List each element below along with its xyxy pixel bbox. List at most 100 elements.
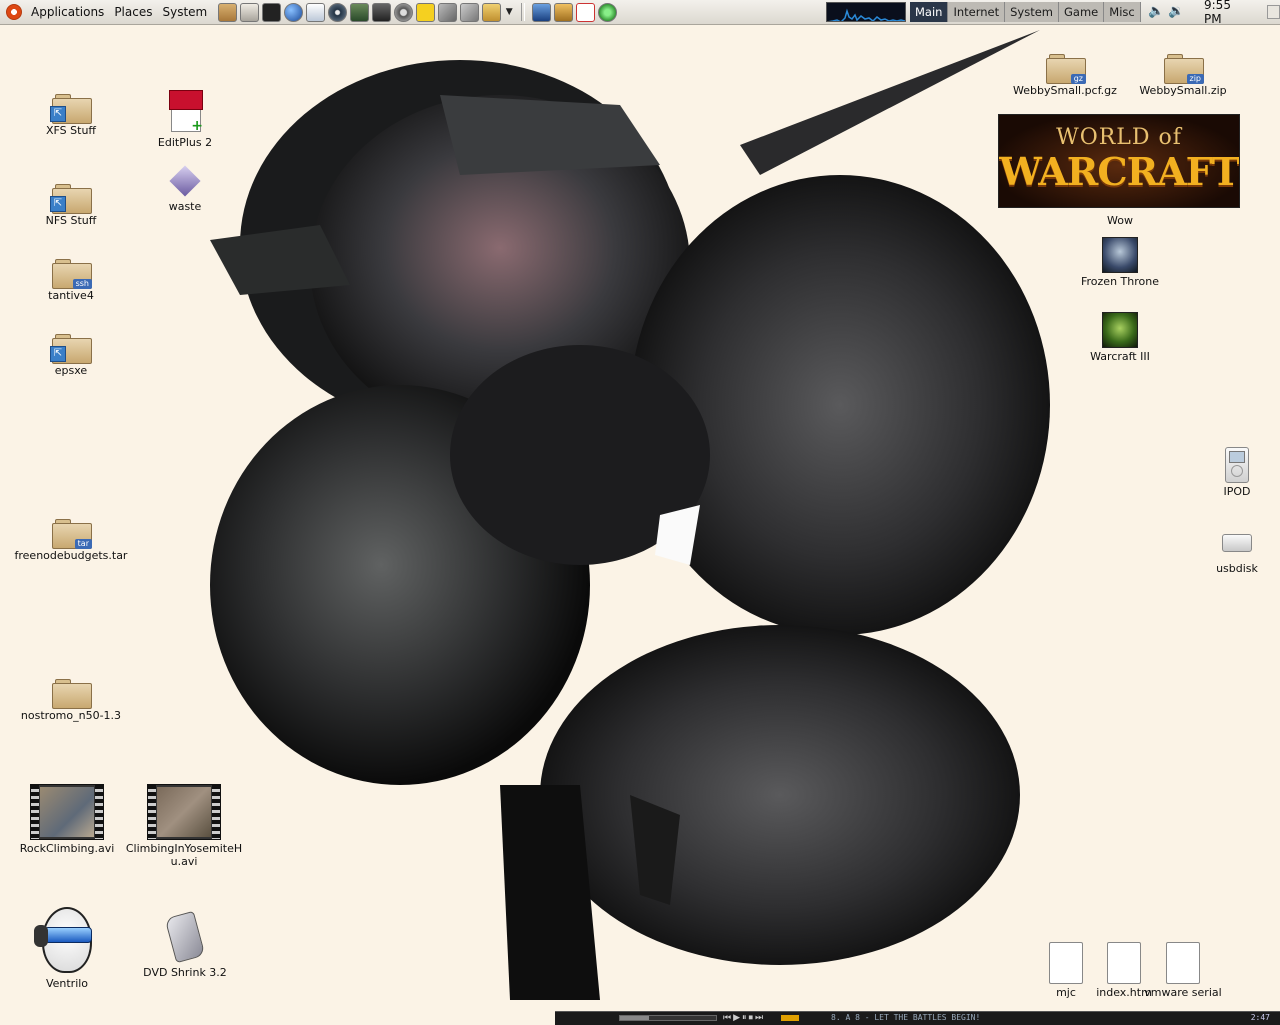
notes-icon[interactable] — [416, 2, 436, 22]
seek-bar[interactable] — [619, 1015, 717, 1021]
home-icon[interactable] — [240, 2, 260, 22]
icon-label: XFS Stuff — [46, 124, 96, 137]
desktop-icon-rockclimbing[interactable]: RockClimbing.avi — [7, 784, 127, 855]
desktop-icon-vmware-serial[interactable]: vmware serial — [1123, 942, 1243, 999]
network-folder-icon: ⇱ — [50, 332, 92, 364]
desktop-icon-usbdisk[interactable]: usbdisk — [1177, 530, 1280, 575]
workspace-misc[interactable]: Misc — [1104, 2, 1141, 22]
audio-icon[interactable] — [328, 2, 348, 22]
thunderbird-icon[interactable] — [532, 2, 552, 22]
volume-slider[interactable] — [781, 1015, 799, 1021]
zip-archive-icon: zip — [1164, 52, 1204, 84]
workspace-system[interactable]: System — [1005, 2, 1060, 22]
gimp-icon[interactable] — [554, 2, 574, 22]
launcher-bar: ▼ — [218, 2, 618, 22]
archive-icon — [52, 677, 92, 709]
icon-label: freenodebudgets.tar — [14, 549, 128, 562]
track-time: 2:47 — [1250, 1013, 1270, 1022]
desktop-icon-nostromo[interactable]: nostromo_n50-1.3 — [11, 677, 131, 722]
terminal-icon[interactable] — [262, 2, 282, 22]
refresh-icon[interactable] — [598, 2, 618, 22]
ventrilo-icon — [34, 905, 100, 975]
icon-label: waste — [168, 200, 202, 213]
icon-label: NFS Stuff — [45, 214, 97, 227]
desktop-icon-freenodebudgets[interactable]: tar freenodebudgets.tar — [11, 517, 131, 562]
icon-label: WebbySmall.pcf.gz — [1013, 84, 1117, 97]
desktop-icon-waste[interactable]: waste — [125, 164, 245, 213]
desktop-icon-frozen-throne[interactable]: Frozen Throne — [1060, 237, 1180, 288]
network-folder-icon: ⇱ — [50, 182, 92, 214]
menu-places[interactable]: Places — [109, 0, 157, 24]
desktop-icon-climbing-yosemite[interactable]: ClimbingInYosemiteHu.avi — [124, 784, 244, 868]
desktop-icon-dvdshrink[interactable]: DVD Shrink 3.2 — [125, 910, 245, 979]
workspace-switcher: Main Internet System Game Misc — [910, 2, 1141, 22]
icon-label: tantive4 — [48, 289, 94, 302]
file-cabinet-icon[interactable] — [218, 2, 238, 22]
editplus-icon: + — [167, 90, 203, 134]
gz-archive-icon: gz — [1046, 52, 1086, 84]
notification-area: 🔈 🔉 9:55 PM — [1148, 0, 1280, 26]
chevron-down-icon[interactable]: ▼ — [504, 7, 514, 17]
video-thumbnail-icon — [147, 784, 221, 840]
camera-icon[interactable] — [372, 2, 392, 22]
playback-controls[interactable]: ⏮▶⏸⏹⏭ — [723, 1013, 765, 1023]
frozen-throne-icon — [1102, 237, 1138, 273]
desktop-icon-ventrilo[interactable]: Ventrilo — [7, 905, 127, 990]
wow-banner-title-main: WARCRAFT — [999, 149, 1239, 194]
clock[interactable]: 9:55 PM — [1204, 0, 1249, 26]
desktop-icon-webbysmall-zip[interactable]: zip WebbySmall.zip — [1123, 52, 1243, 97]
desktop-icon-epsxe[interactable]: ⇱ epsxe — [11, 332, 131, 377]
wallpaper-roses — [210, 30, 1050, 1000]
settings-icon[interactable] — [394, 2, 414, 22]
tool-icon[interactable] — [438, 2, 458, 22]
keys-icon[interactable] — [482, 2, 502, 22]
desktop-icon-nfs-stuff[interactable]: ⇱ NFS Stuff — [11, 182, 131, 227]
volume-icon[interactable]: 🔉 — [1168, 4, 1184, 20]
mail-icon[interactable] — [306, 2, 326, 22]
speaker-icon[interactable]: 🔈 — [1148, 4, 1164, 20]
icon-label: Frozen Throne — [1081, 275, 1159, 288]
dvdshrink-icon — [164, 910, 206, 964]
media-player-bar: ⏮▶⏸⏹⏭ 8. A 8 - LET THE BATTLES BEGIN! 2:… — [555, 1011, 1280, 1025]
icon-label: usbdisk — [1216, 562, 1258, 575]
warcraft3-icon — [1102, 312, 1138, 348]
cpu-monitor-graph[interactable] — [826, 2, 906, 22]
icon-label: EditPlus 2 — [157, 136, 213, 149]
icon-label: DVD Shrink 3.2 — [143, 966, 227, 979]
desktop-icon-webbysmall-gz[interactable]: gz WebbySmall.pcf.gz — [1005, 52, 1125, 97]
tar-archive-icon: tar — [52, 517, 92, 549]
ssh-folder-icon: ssh — [52, 257, 92, 289]
icon-label: Wow — [1107, 214, 1133, 227]
icon-label: WebbySmall.zip — [1139, 84, 1227, 97]
track-ticker: 8. A 8 - LET THE BATTLES BEGIN! — [831, 1013, 981, 1022]
icon-label: vmware serial — [1144, 986, 1222, 999]
desktop-icon-tantive4[interactable]: ssh tantive4 — [11, 257, 131, 302]
desktop-icon-xfs-stuff[interactable]: ⇱ XFS Stuff — [11, 92, 131, 137]
tool-icon-2[interactable] — [460, 2, 480, 22]
globe-icon[interactable] — [284, 2, 304, 22]
video-thumbnail-icon — [30, 784, 104, 840]
desktop-icon-editplus[interactable]: + EditPlus 2 — [125, 90, 245, 149]
menu-system[interactable]: System — [157, 0, 212, 24]
desktop-icon-wow[interactable]: Wow — [1060, 214, 1180, 227]
icon-label: RockClimbing.avi — [19, 842, 115, 855]
pdf-icon[interactable] — [576, 2, 596, 22]
show-desktop-icon[interactable] — [1266, 5, 1280, 19]
icon-label: epsxe — [54, 364, 88, 377]
desktop-icon-warcraft3[interactable]: Warcraft III — [1060, 312, 1180, 363]
icon-label: IPOD — [1223, 485, 1251, 498]
text-file-icon — [1166, 942, 1200, 984]
wow-banner-title-small: WORLD of — [1056, 125, 1182, 150]
workspace-main[interactable]: Main — [910, 2, 949, 22]
wow-banner-icon[interactable]: WORLD of WARCRAFT — [998, 114, 1240, 208]
workspace-game[interactable]: Game — [1059, 2, 1105, 22]
waste-icon — [169, 165, 201, 197]
icon-label: Ventrilo — [45, 977, 89, 990]
workspace-internet[interactable]: Internet — [948, 2, 1006, 22]
ubuntu-logo-icon[interactable] — [6, 4, 22, 20]
panel-separator — [521, 3, 526, 21]
desktop-icon-ipod[interactable]: IPOD — [1177, 447, 1280, 498]
usb-drive-icon — [1222, 534, 1252, 552]
network-icon[interactable] — [350, 2, 370, 22]
menu-applications[interactable]: Applications — [26, 0, 109, 24]
